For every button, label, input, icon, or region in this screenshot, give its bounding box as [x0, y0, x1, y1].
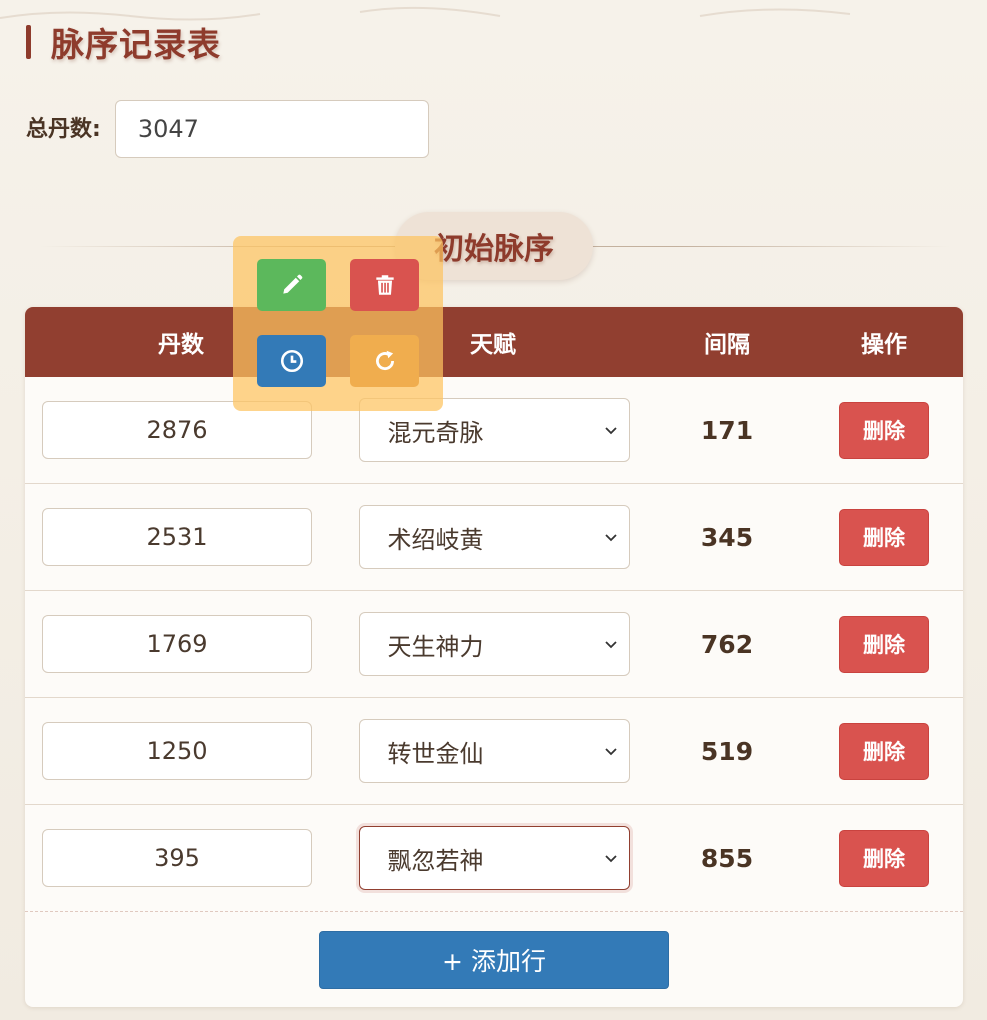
table-row: 2876 混元奇脉 171 删除 [25, 377, 963, 484]
refresh-button[interactable] [350, 335, 419, 387]
delete-tool-button[interactable] [350, 259, 419, 311]
table-row: 1769 天生神力 762 删除 [25, 591, 963, 698]
delete-button[interactable]: 删除 [839, 722, 929, 780]
total-row: 总丹数: 3047 [26, 100, 429, 158]
delete-button[interactable]: 删除 [839, 401, 929, 459]
table-row: 2531 术绍岐黄 345 删除 [25, 484, 963, 591]
interval-value: 762 [700, 629, 754, 659]
refresh-icon [375, 350, 394, 371]
floating-toolbar [233, 236, 443, 411]
talent-value: 术绍岐黄 [387, 525, 484, 554]
chevron-down-icon [604, 748, 617, 756]
table-header: 丹数 天赋 间隔 操作 [25, 307, 963, 377]
header-action: 操作 [861, 332, 907, 358]
interval-value: 171 [700, 415, 754, 445]
delete-button[interactable]: 删除 [839, 508, 929, 566]
talent-select[interactable]: 飘忽若神 [358, 826, 630, 890]
page-title: 脉序记录表 [51, 25, 221, 64]
pencil-icon [282, 274, 302, 294]
interval-value: 519 [700, 736, 754, 766]
trash-icon [375, 275, 394, 295]
dan-input[interactable]: 395 [42, 829, 312, 887]
page-header: 脉序记录表 [26, 22, 221, 64]
interval-value: 855 [700, 843, 754, 873]
dan-input[interactable]: 1769 [42, 615, 312, 673]
table-row: 395 飘忽若神 855 删除 [25, 805, 963, 912]
add-row-area: + 添加行 [25, 912, 963, 1007]
dan-input[interactable]: 2531 [42, 508, 312, 566]
table-row: 1250 转世金仙 519 删除 [25, 698, 963, 805]
chevron-down-icon [604, 534, 617, 542]
header-interval: 间隔 [704, 332, 750, 358]
total-input[interactable]: 3047 [114, 100, 429, 158]
talent-value: 转世金仙 [387, 739, 484, 768]
talent-value: 飘忽若神 [387, 846, 484, 875]
interval-value: 345 [700, 522, 754, 552]
chevron-down-icon [604, 427, 617, 435]
add-row-button[interactable]: + 添加行 [319, 930, 669, 989]
talent-select[interactable]: 天生神力 [358, 612, 630, 676]
delete-button[interactable]: 删除 [839, 829, 929, 887]
chevron-down-icon [604, 855, 617, 863]
dan-input[interactable]: 1250 [42, 722, 312, 780]
talent-select[interactable]: 术绍岐黄 [358, 505, 630, 569]
talent-select[interactable]: 转世金仙 [358, 719, 630, 783]
total-label: 总丹数: [26, 117, 101, 142]
talent-value: 混元奇脉 [387, 418, 484, 447]
clock-icon [280, 349, 303, 373]
record-table: 丹数 天赋 间隔 操作 2876 混元奇脉 171 删除 2531 术绍岐黄 3… [25, 307, 963, 1007]
delete-button[interactable]: 删除 [839, 615, 929, 673]
history-button[interactable] [257, 335, 326, 387]
title-accent-bar [26, 25, 31, 59]
talent-value: 天生神力 [387, 632, 484, 661]
chevron-down-icon [604, 641, 617, 649]
edit-button[interactable] [257, 259, 326, 311]
